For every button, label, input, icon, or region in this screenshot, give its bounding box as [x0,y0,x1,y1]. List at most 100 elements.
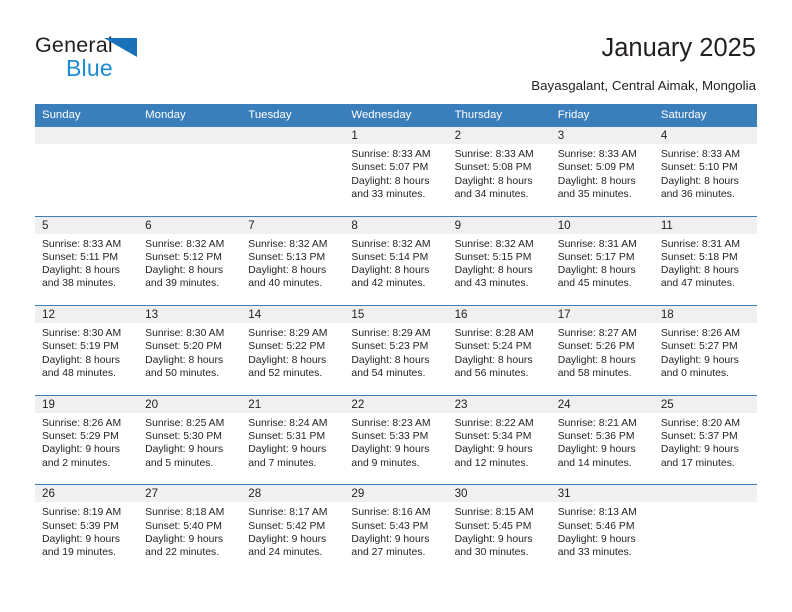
daylight-text-line1: Daylight: 8 hours [660,265,739,277]
calendar-day-cell[interactable]: 20 Sunrise: 8:25 AM Sunset: 5:30 PM Dayl… [138,395,242,485]
calendar-day-cell[interactable]: 7 Sunrise: 8:32 AM Sunset: 5:13 PM Dayli… [241,216,345,306]
sunrise-text: Sunrise: 8:17 AM [248,507,328,519]
calendar-day-cell[interactable]: 12 Sunrise: 8:30 AM Sunset: 5:19 PM Dayl… [35,306,139,395]
daylight-text-line1: Daylight: 9 hours [557,533,636,545]
daylight-text-line2: and 47 minutes. [660,278,735,290]
sunrise-text: Sunrise: 8:33 AM [454,149,534,160]
calendar-day-cell[interactable]: 3 Sunrise: 8:33 AM Sunset: 5:09 PM Dayli… [550,127,654,216]
day-number-band: 14 [241,306,345,324]
day-number-band: 12 [35,306,139,324]
calendar-day-cell[interactable]: 5 Sunrise: 8:33 AM Sunset: 5:11 PM Dayli… [35,216,139,306]
day-number-band: 22 [344,395,448,413]
day-details: Sunrise: 8:16 AM Sunset: 5:43 PM Dayligh… [344,502,447,559]
day-number: 2 [454,129,462,142]
sunset-text: Sunset: 5:37 PM [660,431,738,443]
sunrise-text: Sunrise: 8:29 AM [248,328,328,340]
sunrise-text: Sunrise: 8:25 AM [145,417,225,429]
day-number: 20 [145,397,159,411]
daylight-text-line1: Daylight: 8 hours [248,265,327,277]
daylight-text-line2: and 43 minutes. [454,278,529,290]
daylight-text-line2: and 50 minutes. [145,368,220,380]
calendar-day-cell[interactable]: 17 Sunrise: 8:27 AM Sunset: 5:26 PM Dayl… [550,306,654,395]
day-details: Sunrise: 8:33 AM Sunset: 5:09 PM Dayligh… [551,144,654,201]
calendar-day-cell[interactable] [138,127,242,216]
sunrise-text: Sunrise: 8:32 AM [145,238,225,250]
day-details: Sunrise: 8:33 AM Sunset: 5:11 PM Dayligh… [35,234,138,291]
daylight-text-line2: and 33 minutes. [557,547,632,559]
day-details: Sunrise: 8:21 AM Sunset: 5:36 PM Dayligh… [551,413,654,470]
sunrise-text: Sunrise: 8:13 AM [557,507,637,519]
calendar-day-cell[interactable]: 21 Sunrise: 8:24 AM Sunset: 5:31 PM Dayl… [241,395,345,485]
sunrise-text: Sunrise: 8:33 AM [42,238,122,250]
sunset-text: Sunset: 5:33 PM [351,431,429,443]
sunset-text: Sunset: 5:23 PM [351,341,429,353]
daylight-text-line1: Daylight: 9 hours [42,533,120,545]
daylight-text-line1: Daylight: 9 hours [42,444,120,456]
calendar-day-cell[interactable]: 1 Sunrise: 8:33 AM Sunset: 5:07 PM Dayli… [344,127,448,216]
daylight-text-line1: Daylight: 8 hours [248,354,327,366]
calendar-day-cell[interactable]: 27 Sunrise: 8:18 AM Sunset: 5:40 PM Dayl… [138,485,242,574]
calendar-day-cell[interactable]: 13 Sunrise: 8:30 AM Sunset: 5:20 PM Dayl… [138,306,242,395]
sunrise-text: Sunrise: 8:18 AM [145,507,225,519]
day-details: Sunrise: 8:27 AM Sunset: 5:26 PM Dayligh… [551,323,654,380]
sunrise-text: Sunrise: 8:19 AM [42,507,122,519]
sunrise-text: Sunrise: 8:31 AM [660,238,740,250]
calendar-day-cell[interactable]: 15 Sunrise: 8:29 AM Sunset: 5:23 PM Dayl… [344,306,448,395]
calendar-day-cell[interactable]: 9 Sunrise: 8:32 AM Sunset: 5:15 PM Dayli… [447,216,551,306]
calendar-day-cell[interactable]: 30 Sunrise: 8:15 AM Sunset: 5:45 PM Dayl… [447,485,551,574]
day-number-band: 23 [447,395,551,413]
general-blue-logo: General Blue [35,33,235,83]
daylight-text-line1: Daylight: 9 hours [454,533,533,545]
day-details: Sunrise: 8:31 AM Sunset: 5:17 PM Dayligh… [551,234,654,291]
day-number-band: 9 [447,216,551,234]
calendar-day-cell[interactable] [241,127,345,216]
calendar-day-cell[interactable]: 6 Sunrise: 8:32 AM Sunset: 5:12 PM Dayli… [138,216,242,306]
calendar-day-cell[interactable]: 25 Sunrise: 8:20 AM Sunset: 5:37 PM Dayl… [653,395,757,485]
day-number-band: 5 [35,216,139,234]
day-details [241,144,344,148]
day-number: 6 [145,218,152,232]
calendar-day-cell[interactable] [653,485,757,574]
day-details: Sunrise: 8:22 AM Sunset: 5:34 PM Dayligh… [448,413,551,470]
daylight-text-line1: Daylight: 9 hours [248,444,327,456]
day-number: 31 [557,487,571,501]
sunset-text: Sunset: 5:09 PM [557,162,635,174]
calendar-day-cell[interactable]: 2 Sunrise: 8:33 AM Sunset: 5:08 PM Dayli… [447,127,551,216]
daylight-text-line1: Daylight: 8 hours [660,175,739,187]
sunset-text: Sunset: 5:17 PM [557,251,635,263]
calendar-day-cell[interactable]: 10 Sunrise: 8:31 AM Sunset: 5:17 PM Dayl… [550,216,654,306]
daylight-text-line2: and 19 minutes. [42,547,116,559]
calendar-day-cell[interactable]: 29 Sunrise: 8:16 AM Sunset: 5:43 PM Dayl… [344,485,448,574]
calendar-day-cell[interactable] [35,127,139,216]
daylight-text-line2: and 5 minutes. [145,457,214,469]
daylight-text-line2: and 34 minutes. [454,188,529,200]
calendar-day-cell[interactable]: 11 Sunrise: 8:31 AM Sunset: 5:18 PM Dayl… [653,216,757,306]
calendar-day-cell[interactable]: 16 Sunrise: 8:28 AM Sunset: 5:24 PM Dayl… [447,306,551,395]
sunrise-text: Sunrise: 8:16 AM [351,507,431,519]
calendar-day-cell[interactable]: 26 Sunrise: 8:19 AM Sunset: 5:39 PM Dayl… [35,485,139,574]
day-number-band [138,127,242,144]
daylight-text-line1: Daylight: 8 hours [351,175,430,187]
calendar-day-cell[interactable]: 14 Sunrise: 8:29 AM Sunset: 5:22 PM Dayl… [241,306,345,395]
calendar-day-cell[interactable]: 18 Sunrise: 8:26 AM Sunset: 5:27 PM Dayl… [653,306,757,395]
daylight-text-line1: Daylight: 8 hours [145,265,224,277]
daylight-text-line1: Daylight: 8 hours [42,354,120,366]
calendar-day-cell[interactable]: 31 Sunrise: 8:13 AM Sunset: 5:46 PM Dayl… [550,485,654,574]
daylight-text-line2: and 12 minutes. [454,457,529,469]
day-number: 15 [351,308,365,322]
calendar-day-cell[interactable]: 28 Sunrise: 8:17 AM Sunset: 5:42 PM Dayl… [241,485,345,574]
calendar-day-cell[interactable]: 23 Sunrise: 8:22 AM Sunset: 5:34 PM Dayl… [447,395,551,485]
calendar-day-cell[interactable]: 8 Sunrise: 8:32 AM Sunset: 5:14 PM Dayli… [344,216,448,306]
day-number-band: 6 [138,216,242,234]
day-number: 28 [248,487,262,501]
day-number-band [241,127,345,144]
calendar-day-cell[interactable]: 24 Sunrise: 8:21 AM Sunset: 5:36 PM Dayl… [550,395,654,485]
calendar-day-cell[interactable]: 22 Sunrise: 8:23 AM Sunset: 5:33 PM Dayl… [344,395,448,485]
calendar-day-cell[interactable]: 19 Sunrise: 8:26 AM Sunset: 5:29 PM Dayl… [35,395,139,485]
day-details [654,502,757,506]
calendar-day-cell[interactable]: 4 Sunrise: 8:33 AM Sunset: 5:10 PM Dayli… [653,127,757,216]
page-header: General Blue January 2025 Bayasgalant, C… [0,0,792,96]
day-number: 1 [351,129,358,142]
daylight-text-line1: Daylight: 9 hours [660,444,739,456]
day-number-band: 27 [138,485,242,503]
